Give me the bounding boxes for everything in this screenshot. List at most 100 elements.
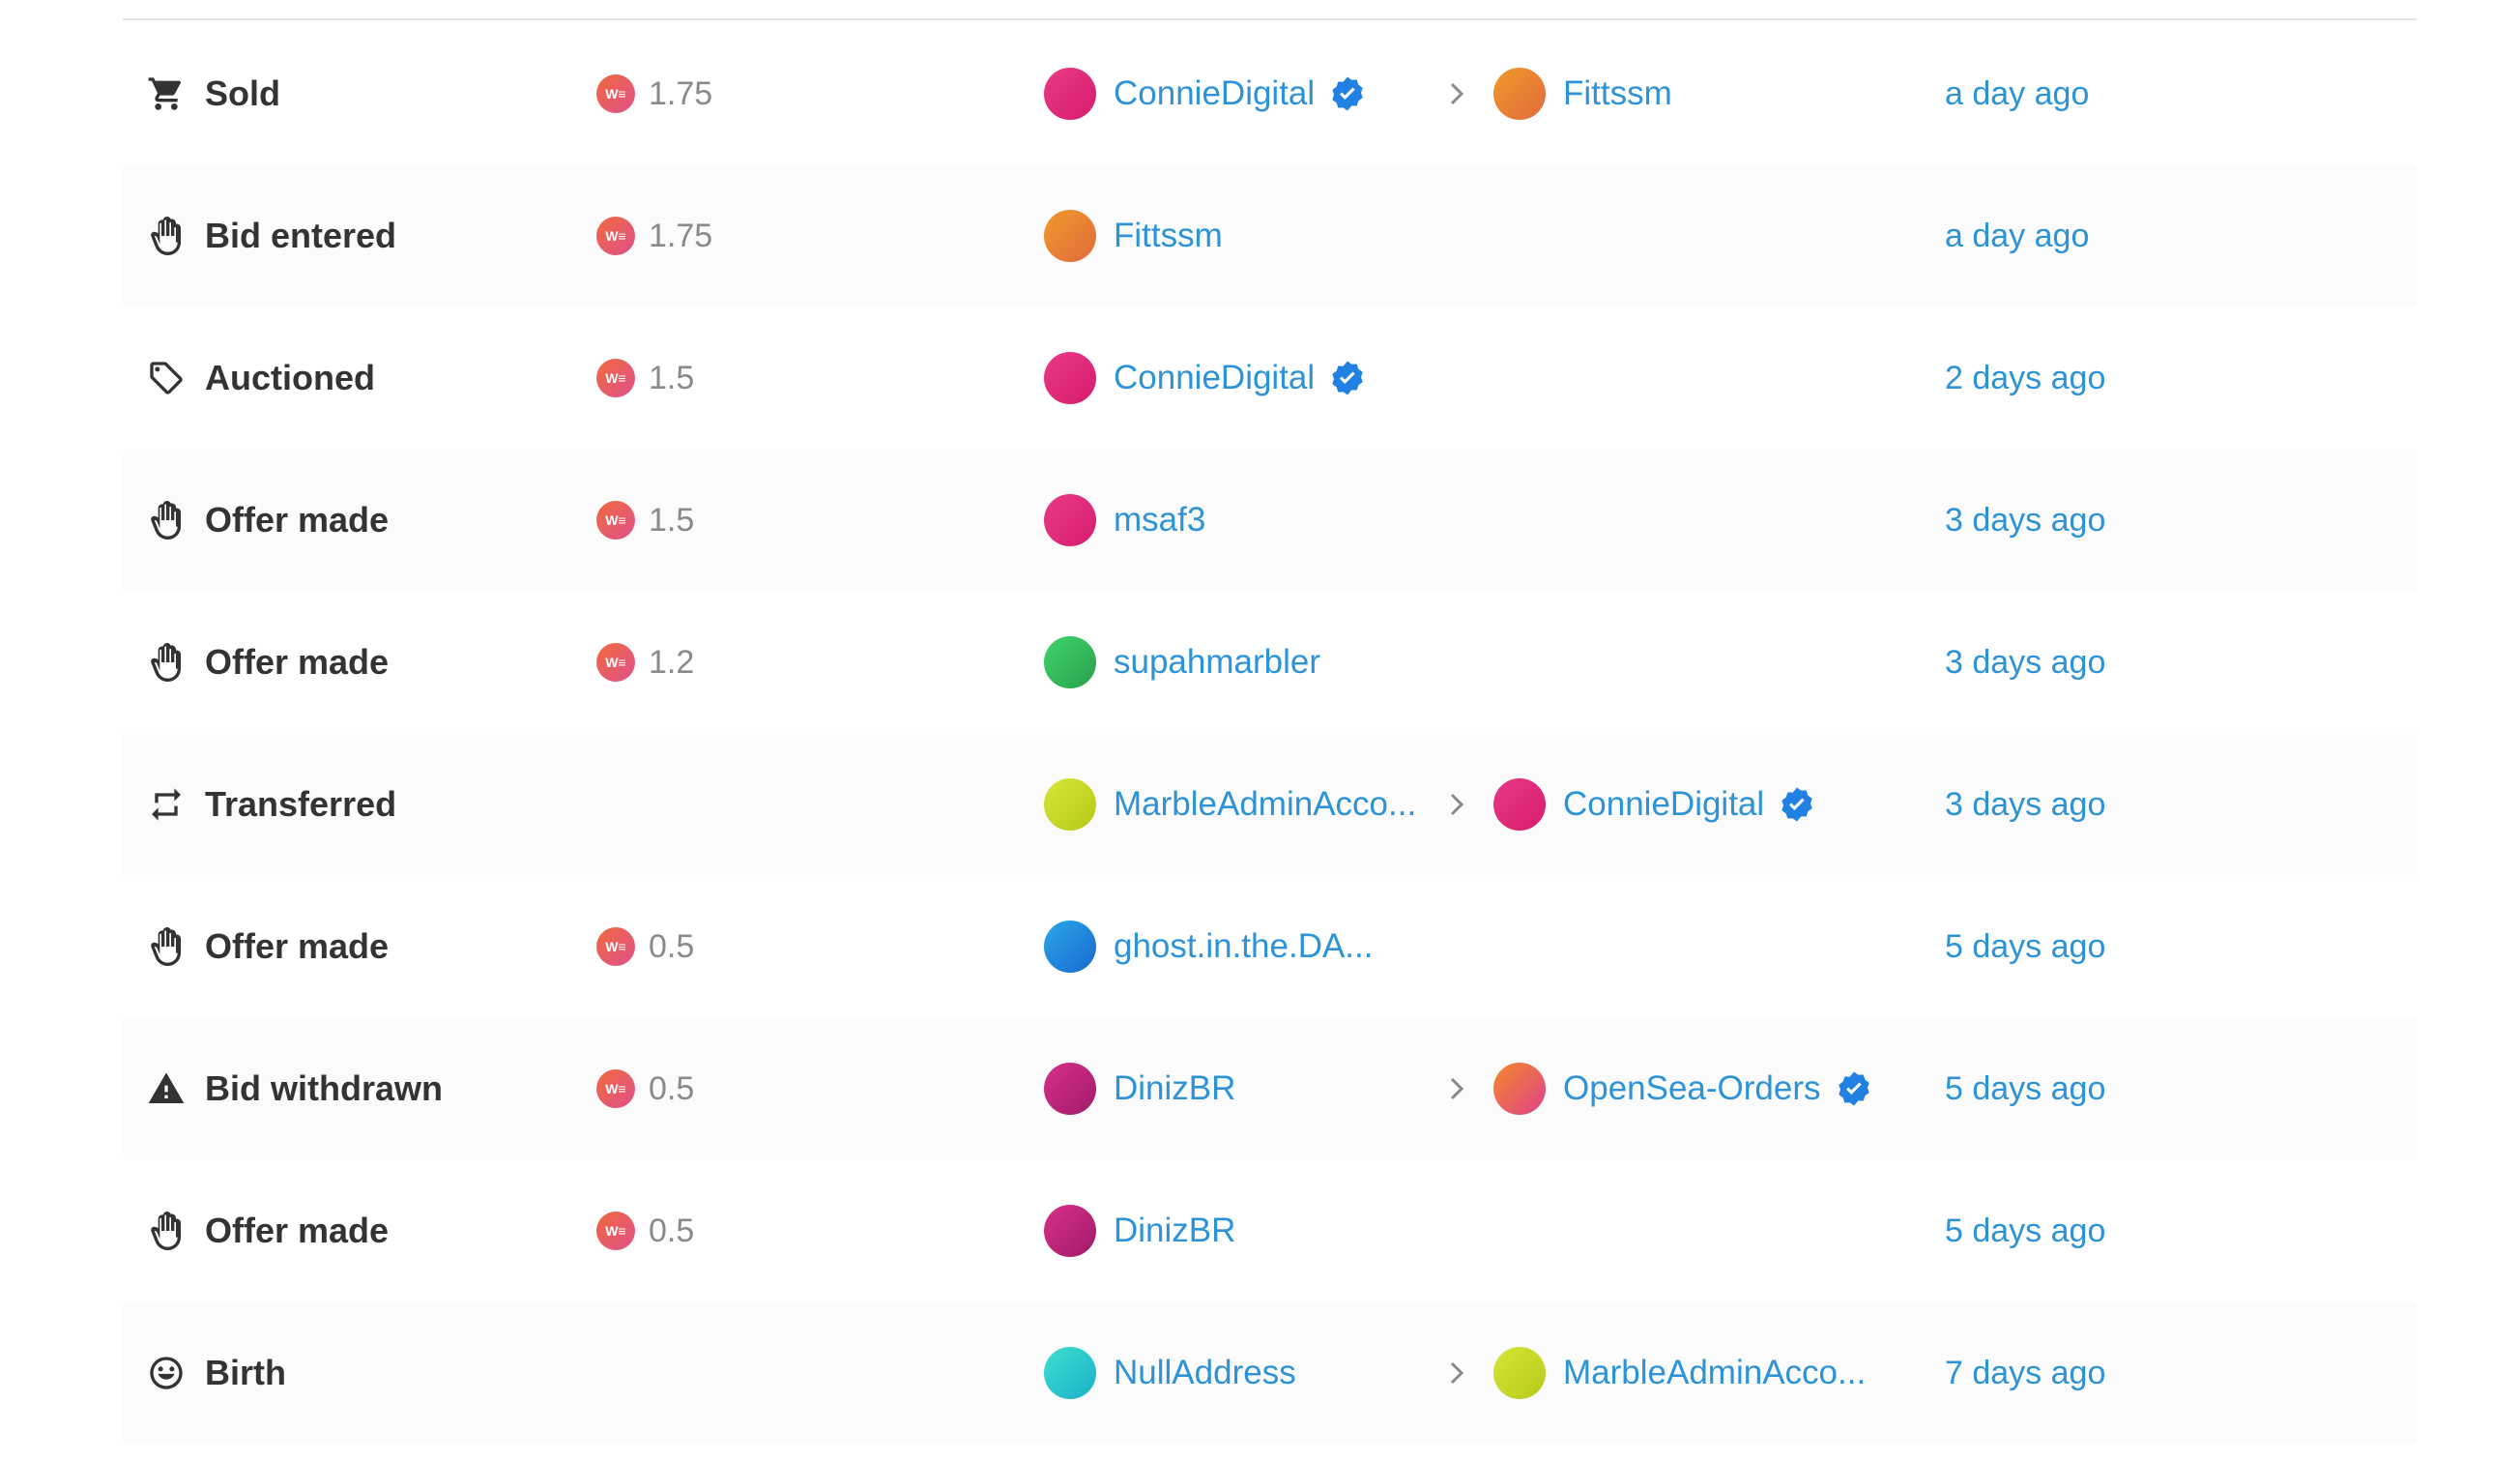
hand-icon — [147, 501, 186, 540]
event-row: Sold W≡ 1.75 ConnieDigital Fittssm a day… — [123, 23, 2417, 164]
to-user: MarbleAdminAcco... — [1493, 1302, 1866, 1444]
event-row: Offer made W≡ 1.5 msaf3 3 days ago — [123, 450, 2417, 591]
from-user: supahmarbler — [1044, 592, 1320, 733]
event-row: Offer made W≡ 0.5 ghost.in.the.DA... 5 d… — [123, 876, 2417, 1017]
verified-badge-icon — [1838, 1071, 1869, 1106]
from-user: DinizBR — [1044, 1018, 1235, 1159]
avatar[interactable] — [1044, 778, 1096, 831]
weth-token-icon: W≡ — [596, 217, 635, 255]
event-time-link[interactable]: 3 days ago — [1945, 734, 2105, 875]
tag-icon — [147, 359, 186, 397]
event-type: Offer made — [147, 1160, 389, 1301]
from-user: ConnieDigital — [1044, 23, 1367, 164]
from-user-link[interactable]: supahmarbler — [1114, 643, 1320, 682]
price-value: 0.5 — [649, 1069, 695, 1107]
smile-icon — [147, 1354, 186, 1392]
from-user-link[interactable]: DinizBR — [1114, 1212, 1235, 1250]
weth-token-icon: W≡ — [596, 74, 635, 113]
avatar[interactable] — [1493, 68, 1546, 120]
verified-badge-icon — [1332, 361, 1363, 395]
from-user: Fittssm — [1044, 165, 1223, 307]
event-label: Bid entered — [205, 216, 397, 255]
price: W≡ 1.75 — [596, 165, 712, 307]
transfer-icon — [147, 785, 186, 824]
avatar[interactable] — [1044, 352, 1096, 404]
event-time-link[interactable]: 5 days ago — [1945, 876, 2105, 1017]
event-label: Transferred — [205, 784, 397, 824]
avatar[interactable] — [1044, 1063, 1096, 1115]
avatar[interactable] — [1493, 778, 1546, 831]
price-value: 0.5 — [649, 927, 695, 965]
event-time-link[interactable]: 5 days ago — [1945, 1160, 2105, 1301]
price-value: 1.75 — [649, 74, 713, 112]
avatar[interactable] — [1044, 68, 1096, 120]
hand-icon — [147, 1212, 186, 1250]
from-user-link[interactable]: NullAddress — [1114, 1354, 1296, 1392]
weth-token-icon: W≡ — [596, 501, 635, 540]
chevron-right-icon — [1450, 793, 1464, 816]
price: W≡ 0.5 — [596, 1160, 694, 1301]
weth-token-icon: W≡ — [596, 1069, 635, 1108]
price: W≡ 1.2 — [596, 592, 694, 733]
from-user: NullAddress — [1044, 1302, 1296, 1444]
event-type: Offer made — [147, 450, 389, 591]
from-user-link[interactable]: MarbleAdminAcco... — [1114, 785, 1416, 824]
event-type: Bid withdrawn — [147, 1018, 443, 1159]
event-label: Bid withdrawn — [205, 1068, 443, 1108]
price: W≡ 0.5 — [596, 876, 694, 1017]
cart-icon — [147, 74, 186, 113]
event-time-link[interactable]: 3 days ago — [1945, 592, 2105, 733]
from-user-link[interactable]: msaf3 — [1114, 501, 1205, 540]
from-user: ConnieDigital — [1044, 307, 1367, 449]
price-value: 0.5 — [649, 1212, 695, 1249]
avatar[interactable] — [1044, 210, 1096, 262]
weth-token-icon: W≡ — [596, 643, 635, 682]
event-time-link[interactable]: a day ago — [1945, 23, 2089, 164]
avatar[interactable] — [1493, 1063, 1546, 1115]
price: W≡ 1.5 — [596, 307, 694, 449]
event-time-link[interactable]: 3 days ago — [1945, 450, 2105, 591]
to-user-link[interactable]: ConnieDigital — [1563, 785, 1764, 824]
from-user-link[interactable]: Fittssm — [1114, 217, 1223, 255]
from-user-link[interactable]: ConnieDigital — [1114, 74, 1315, 113]
event-label: Sold — [205, 73, 280, 113]
hand-icon — [147, 217, 186, 255]
event-time-link[interactable]: 2 days ago — [1945, 307, 2105, 449]
warning-icon — [147, 1069, 186, 1108]
event-time-link[interactable]: 7 days ago — [1945, 1302, 2105, 1444]
event-label: Offer made — [205, 926, 390, 966]
event-time-link[interactable]: a day ago — [1945, 165, 2089, 307]
avatar[interactable] — [1493, 1347, 1546, 1399]
price-value: 1.75 — [649, 217, 713, 254]
to-user-link[interactable]: OpenSea-Orders — [1563, 1069, 1821, 1108]
avatar[interactable] — [1044, 1347, 1096, 1399]
weth-token-icon: W≡ — [596, 927, 635, 966]
event-type: Auctioned — [147, 307, 375, 449]
event-label: Offer made — [205, 642, 390, 682]
from-user-link[interactable]: ConnieDigital — [1114, 359, 1315, 397]
event-type: Offer made — [147, 592, 389, 733]
from-user-link[interactable]: DinizBR — [1114, 1069, 1235, 1108]
event-type: Bid entered — [147, 165, 396, 307]
from-user: ghost.in.the.DA... — [1044, 876, 1373, 1017]
transfer-arrow — [1442, 734, 1471, 875]
to-user-link[interactable]: Fittssm — [1563, 74, 1672, 113]
from-user-link[interactable]: ghost.in.the.DA... — [1114, 927, 1373, 966]
event-time-link[interactable]: 5 days ago — [1945, 1018, 2105, 1159]
verified-badge-icon — [1332, 76, 1363, 111]
event-type: Sold — [147, 23, 280, 164]
event-label: Auctioned — [205, 358, 375, 397]
price: W≡ 1.5 — [596, 450, 694, 591]
avatar[interactable] — [1044, 1205, 1096, 1257]
transfer-arrow — [1442, 1302, 1471, 1444]
event-label: Offer made — [205, 1211, 390, 1250]
avatar[interactable] — [1044, 636, 1096, 688]
event-row: Bid entered W≡ 1.75 Fittssm a day ago — [123, 165, 2417, 307]
event-row: Bid withdrawn W≡ 0.5 DinizBR OpenSea-Ord… — [123, 1018, 2417, 1159]
avatar[interactable] — [1044, 920, 1096, 973]
avatar[interactable] — [1044, 494, 1096, 546]
from-user: DinizBR — [1044, 1160, 1235, 1301]
weth-token-icon: W≡ — [596, 1212, 635, 1250]
event-type: Offer made — [147, 876, 389, 1017]
to-user-link[interactable]: MarbleAdminAcco... — [1563, 1354, 1866, 1392]
